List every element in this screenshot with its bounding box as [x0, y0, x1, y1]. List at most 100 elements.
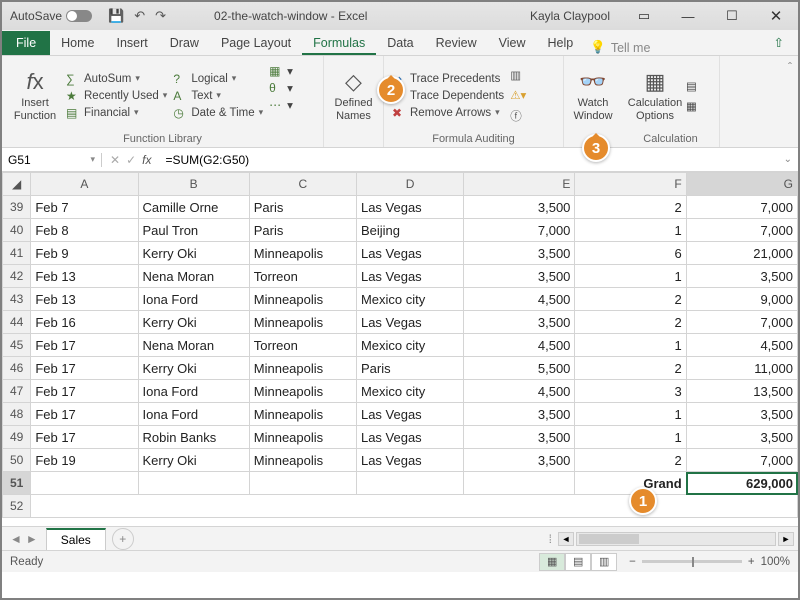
row-header[interactable]: 42	[3, 265, 31, 288]
cell[interactable]: 7,000	[686, 196, 797, 219]
cell[interactable]: Beijing	[356, 219, 463, 242]
cell[interactable]: Feb 17	[31, 403, 138, 426]
cell[interactable]: Minneapolis	[249, 426, 356, 449]
row-header[interactable]: 45	[3, 334, 31, 357]
cell[interactable]: Feb 17	[31, 426, 138, 449]
cell[interactable]: Minneapolis	[249, 380, 356, 403]
cell[interactable]: 4,500	[464, 380, 575, 403]
cell[interactable]: Feb 17	[31, 357, 138, 380]
cell[interactable]: Feb 17	[31, 334, 138, 357]
error-check-icon[interactable]: ⚠▾	[510, 88, 526, 102]
row-header[interactable]: 44	[3, 311, 31, 334]
name-box[interactable]: G51	[2, 153, 102, 167]
cell[interactable]: 7,000	[686, 449, 797, 472]
cell[interactable]: 9,000	[686, 288, 797, 311]
cell[interactable]: Minneapolis	[249, 357, 356, 380]
cell[interactable]: 3,500	[464, 311, 575, 334]
cell[interactable]: Las Vegas	[356, 403, 463, 426]
insert-function-button[interactable]: fx Insert Function	[10, 60, 60, 131]
cell[interactable]: 7,000	[686, 219, 797, 242]
cell[interactable]: 5,500	[464, 357, 575, 380]
tab-file[interactable]: File	[2, 31, 50, 55]
cell[interactable]: Las Vegas	[356, 196, 463, 219]
cell[interactable]: 21,000	[686, 242, 797, 265]
enter-icon[interactable]: ✓	[126, 153, 136, 167]
row-header[interactable]: 49	[3, 426, 31, 449]
cell[interactable]: 3,500	[686, 403, 797, 426]
cell[interactable]: Las Vegas	[356, 311, 463, 334]
undo-icon[interactable]: ↶	[134, 8, 145, 24]
expand-formula-icon[interactable]: ⌄	[778, 154, 798, 165]
cell[interactable]: 3,500	[464, 403, 575, 426]
hscroll-left-icon[interactable]: ◄	[558, 532, 574, 546]
recently-used-button[interactable]: ★Recently Used	[66, 89, 167, 103]
evaluate-icon[interactable]: ⓕ	[510, 108, 526, 124]
row-header[interactable]: 50	[3, 449, 31, 472]
cell[interactable]: Feb 8	[31, 219, 138, 242]
row-header[interactable]: 51	[3, 472, 31, 495]
cell[interactable]: 4,500	[464, 288, 575, 311]
cell[interactable]: 3,500	[686, 265, 797, 288]
cell[interactable]: Feb 13	[31, 265, 138, 288]
add-sheet-button[interactable]: +	[112, 528, 134, 550]
redo-icon[interactable]: ↷	[155, 8, 166, 24]
tab-data[interactable]: Data	[376, 31, 424, 55]
share-icon[interactable]: ⇧	[760, 30, 798, 55]
collapse-ribbon-icon[interactable]: ˆ	[788, 60, 792, 74]
tab-review[interactable]: Review	[425, 31, 488, 55]
calc-sheet-icon[interactable]: ▦	[686, 99, 697, 113]
tell-me-search[interactable]: 💡 Tell me	[590, 40, 650, 55]
cell[interactable]: Torreon	[249, 265, 356, 288]
cell[interactable]: Las Vegas	[356, 449, 463, 472]
row-header[interactable]: 39	[3, 196, 31, 219]
tab-home[interactable]: Home	[50, 31, 105, 55]
view-layout-icon[interactable]: ▤	[565, 553, 591, 571]
cell[interactable]: Paris	[249, 219, 356, 242]
hscroll-track[interactable]	[576, 532, 776, 546]
cell[interactable]: Feb 17	[31, 380, 138, 403]
autosum-button[interactable]: ∑AutoSum	[66, 72, 167, 86]
cell[interactable]: Paris	[249, 196, 356, 219]
trace-dependents-button[interactable]: ⇠Trace Dependents	[392, 89, 504, 103]
cell[interactable]: Minneapolis	[249, 449, 356, 472]
row-header[interactable]: 40	[3, 219, 31, 242]
more-button[interactable]: ⋯▾	[269, 98, 293, 112]
zoom-level[interactable]: 100%	[761, 556, 790, 568]
cell[interactable]: 2	[575, 288, 686, 311]
ribbon-options-icon[interactable]: ▭	[622, 2, 666, 30]
cell[interactable]: Iona Ford	[138, 380, 249, 403]
fx-icon[interactable]: fx	[142, 153, 151, 167]
save-icon[interactable]: 💾	[108, 8, 124, 24]
hscroll-right-icon[interactable]: ►	[778, 532, 794, 546]
cell[interactable]: 3,500	[686, 426, 797, 449]
minimize-icon[interactable]: —	[666, 2, 710, 30]
cell[interactable]: 3,500	[464, 265, 575, 288]
cell-grand-total-value[interactable]: 629,000	[686, 472, 797, 495]
col-header-f[interactable]: F	[575, 173, 686, 196]
cell[interactable]: 3,500	[464, 426, 575, 449]
cell[interactable]: 1	[575, 426, 686, 449]
tab-formulas[interactable]: Formulas	[302, 31, 376, 55]
cell[interactable]: 1	[575, 334, 686, 357]
cell[interactable]: Paris	[356, 357, 463, 380]
col-header-a[interactable]: A	[31, 173, 138, 196]
cell[interactable]: 2	[575, 357, 686, 380]
cell[interactable]: 2	[575, 449, 686, 472]
cell[interactable]: Feb 16	[31, 311, 138, 334]
cell[interactable]: Kerry Oki	[138, 311, 249, 334]
tab-page-layout[interactable]: Page Layout	[210, 31, 302, 55]
cell[interactable]: 7,000	[464, 219, 575, 242]
cell[interactable]: Minneapolis	[249, 288, 356, 311]
col-header-b[interactable]: B	[138, 173, 249, 196]
zoom-slider[interactable]	[642, 560, 742, 563]
col-header-d[interactable]: D	[356, 173, 463, 196]
row-header[interactable]: 48	[3, 403, 31, 426]
cell[interactable]: Feb 9	[31, 242, 138, 265]
trace-precedents-button[interactable]: ⇢Trace Precedents	[392, 72, 504, 86]
cell[interactable]: Feb 19	[31, 449, 138, 472]
financial-button[interactable]: ▤Financial	[66, 106, 167, 120]
sheet-next-icon[interactable]: ►	[26, 532, 38, 546]
row-header[interactable]: 46	[3, 357, 31, 380]
show-formulas-icon[interactable]: ▥	[510, 68, 526, 82]
zoom-in-icon[interactable]: +	[748, 556, 755, 568]
